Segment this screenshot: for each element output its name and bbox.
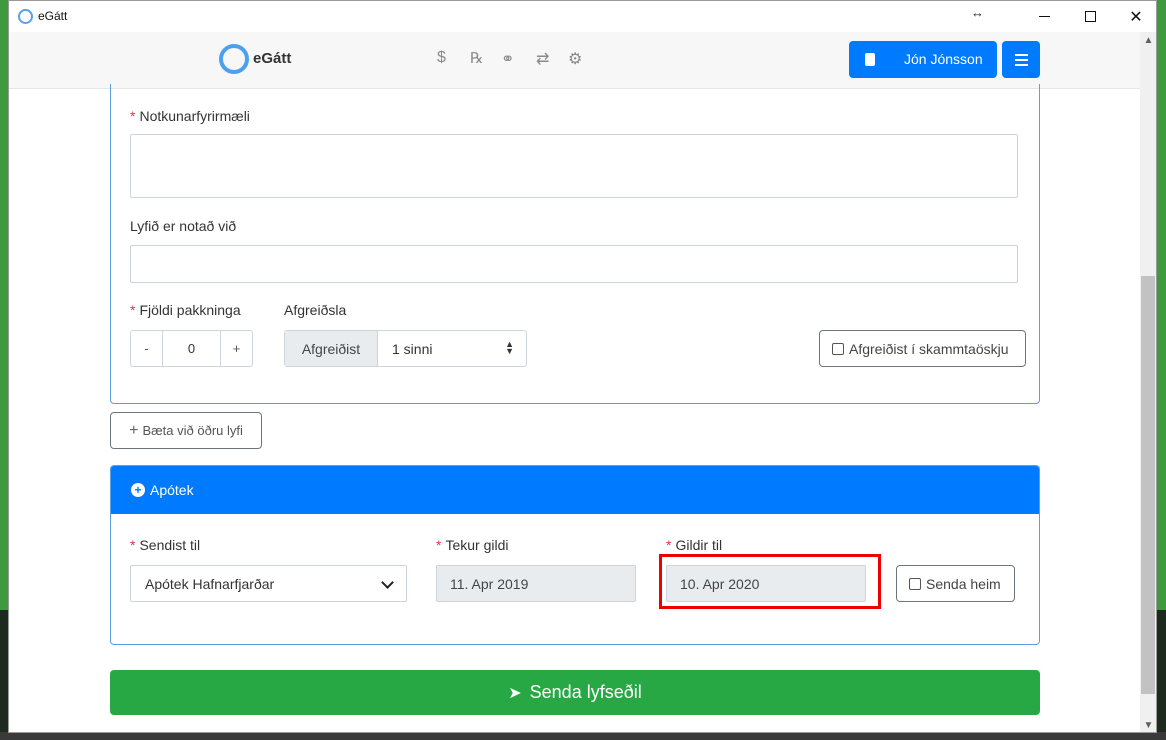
pharmacy-select[interactable]: Apótek Hafnarfjarðar bbox=[130, 565, 407, 602]
tekur-gildi-label-text: Tekur gildi bbox=[445, 537, 509, 553]
user-name: Jón Jónsson bbox=[904, 51, 983, 67]
egatt-logo-icon[interactable] bbox=[219, 44, 249, 74]
notkun-label-text: Notkunarfyrirmæli bbox=[139, 108, 250, 124]
paper-plane-icon: ➤ bbox=[508, 684, 522, 702]
send-prescription-button[interactable]: ➤ Senda lyfseðil bbox=[110, 670, 1040, 715]
hamburger-icon-line bbox=[1014, 63, 1028, 66]
tekur-gildi-date-field[interactable]: 11. Apr 2019 bbox=[436, 565, 636, 602]
main-content: * Notkunarfyrirmæli Lyfið er notað við * F… bbox=[9, 84, 1140, 732]
senda-heim-label: Senda heim bbox=[926, 575, 1001, 592]
sendist-label-text: Sendist til bbox=[139, 537, 201, 553]
checkbox-icon bbox=[832, 342, 844, 355]
vertical-scrollbar[interactable]: ▲ ▼ bbox=[1140, 32, 1156, 732]
required-mark: * bbox=[130, 302, 136, 318]
required-mark: * bbox=[436, 537, 442, 553]
desktop-background-right-bottom bbox=[1156, 610, 1166, 740]
notkun-textarea[interactable] bbox=[130, 134, 1018, 198]
maximize-icon bbox=[1084, 11, 1096, 22]
hamburger-icon-line bbox=[1014, 58, 1028, 61]
afgreidsla-value: 1 sinni bbox=[392, 340, 433, 357]
apotek-title: Apótek bbox=[150, 482, 194, 498]
sendist-label: * Sendist til bbox=[130, 537, 200, 553]
menu-button[interactable] bbox=[1002, 41, 1040, 78]
taskbar-strip bbox=[0, 732, 1166, 740]
notad-input[interactable] bbox=[130, 245, 1018, 283]
minimize-icon bbox=[1038, 16, 1050, 17]
app-window: eGátt ↔ ✕ eGátt $ ℞ ⚭ ⇄ ⚙ Jón Jónsson * N… bbox=[8, 0, 1157, 733]
fjoldi-label-text: Fjöldi pakkninga bbox=[139, 302, 241, 318]
desktop-background-right bbox=[1156, 0, 1166, 610]
plus-circle-icon: + bbox=[131, 483, 145, 497]
tekur-gildi-label: * Tekur gildi bbox=[436, 537, 508, 553]
pharmacy-value: Apótek Hafnarfjarðar bbox=[145, 575, 275, 592]
skammtaoskju-checkbox-button[interactable]: Afgreiðist í skammtaöskju bbox=[819, 330, 1026, 367]
logo-text[interactable]: eGátt bbox=[253, 50, 291, 67]
hamburger-icon bbox=[1014, 53, 1028, 56]
chevron-down-icon bbox=[381, 576, 394, 589]
skammtaoskju-label: Afgreiðist í skammtaöskju bbox=[849, 340, 1009, 357]
maximize-button[interactable] bbox=[1067, 1, 1113, 32]
scroll-thumb[interactable] bbox=[1141, 276, 1155, 694]
decrement-button[interactable]: - bbox=[131, 331, 163, 366]
notad-label: Lyfið er notað við bbox=[130, 218, 237, 234]
afgreidsla-prefix: Afgreiðist bbox=[285, 331, 378, 366]
highlight-box bbox=[659, 554, 881, 609]
afgreidsla-group: Afgreiðist 1 sinni ▲ ▼ bbox=[284, 330, 527, 367]
required-mark: * bbox=[130, 108, 136, 124]
quantity-stepper: - 0 + bbox=[130, 330, 253, 367]
afgreidsla-label: Afgreiðsla bbox=[284, 302, 347, 318]
afgreidsla-select[interactable]: 1 sinni ▲ ▼ bbox=[378, 331, 526, 366]
close-button[interactable]: ✕ bbox=[1113, 1, 1156, 32]
add-drug-label: Bæta við öðru lyfi bbox=[142, 423, 243, 438]
settings-icon[interactable]: ⚙ bbox=[568, 49, 582, 69]
notkun-label: * Notkunarfyrirmæli bbox=[130, 108, 250, 124]
transfer-icon[interactable]: ⇄ bbox=[536, 49, 549, 69]
app-logo-icon bbox=[18, 9, 33, 24]
apotek-card: + Apótek bbox=[110, 465, 1040, 645]
id-badge-icon bbox=[865, 53, 875, 66]
plus-icon: + bbox=[129, 421, 139, 439]
quantity-input[interactable]: 0 bbox=[163, 331, 220, 366]
scroll-down-icon[interactable]: ▼ bbox=[1140, 717, 1156, 732]
resize-icon: ↔ bbox=[971, 5, 984, 20]
checkbox-icon bbox=[909, 577, 921, 590]
minimize-button[interactable] bbox=[1021, 1, 1067, 32]
window-title: eGátt bbox=[38, 9, 68, 23]
required-mark: * bbox=[666, 537, 672, 553]
close-icon: ✕ bbox=[1129, 8, 1143, 26]
rx-icon[interactable]: ℞ bbox=[470, 49, 483, 67]
dollar-icon[interactable]: $ bbox=[437, 49, 446, 67]
pills-icon[interactable]: ⚭ bbox=[501, 49, 514, 69]
window-titlebar[interactable]: eGátt ↔ ✕ bbox=[9, 1, 1156, 32]
send-prescription-label: Senda lyfseðil bbox=[529, 682, 642, 702]
select-caret-icon: ▲ ▼ bbox=[505, 339, 514, 356]
required-mark: * bbox=[130, 537, 136, 553]
increment-button[interactable]: + bbox=[220, 331, 252, 366]
scroll-up-icon[interactable]: ▲ bbox=[1140, 32, 1156, 49]
fjoldi-label: * Fjöldi pakkninga bbox=[130, 302, 241, 318]
add-drug-button[interactable]: + Bæta við öðru lyfi bbox=[110, 412, 262, 449]
gildir-til-label-text: Gildir til bbox=[675, 537, 723, 553]
app-navbar: eGátt $ ℞ ⚭ ⇄ ⚙ Jón Jónsson bbox=[9, 32, 1140, 89]
senda-heim-checkbox-button[interactable]: Senda heim bbox=[896, 565, 1015, 602]
gildir-til-label: * Gildir til bbox=[666, 537, 722, 553]
apotek-header[interactable]: + Apótek bbox=[111, 466, 1039, 514]
user-button[interactable]: Jón Jónsson bbox=[849, 41, 997, 78]
